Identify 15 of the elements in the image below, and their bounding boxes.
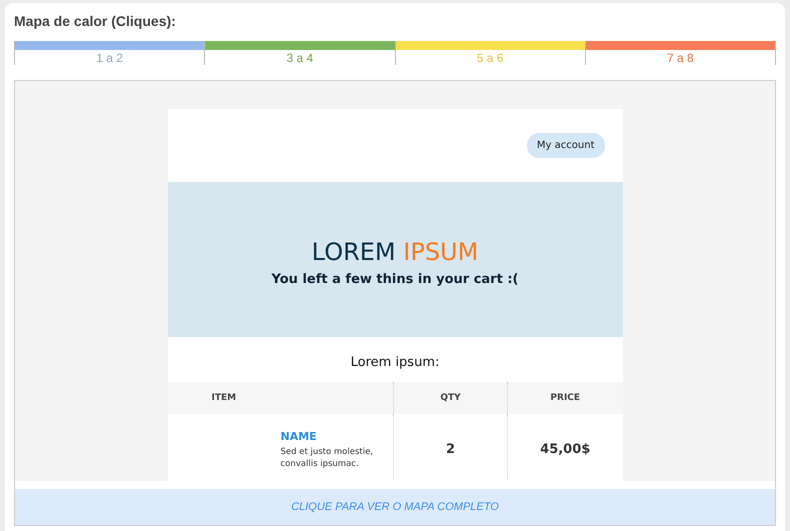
column-header: ITEM	[168, 382, 394, 414]
brand-word: LOREM	[312, 238, 396, 266]
account-button[interactable]: My account	[526, 132, 604, 158]
brand-word: IPSUM	[403, 238, 478, 266]
product-description: Sed et justo molestie, convallis ipsumac.	[280, 446, 374, 470]
section-title: Lorem ipsum:	[350, 354, 440, 372]
legend-label: 1 a 2	[96, 50, 123, 65]
legend-label: 5 a 6	[476, 50, 504, 65]
product-name: NAME	[280, 429, 318, 446]
legend-label: 7 a 8	[667, 50, 694, 65]
column-header: PRICE	[508, 382, 622, 414]
column-header: QTY	[394, 382, 508, 414]
legend-label: 3 a 4	[286, 50, 314, 65]
heatmap-title: Mapa de calor (Cliques):	[14, 13, 177, 30]
hero-subtitle: You left a few thins in your cart :(	[272, 270, 518, 289]
